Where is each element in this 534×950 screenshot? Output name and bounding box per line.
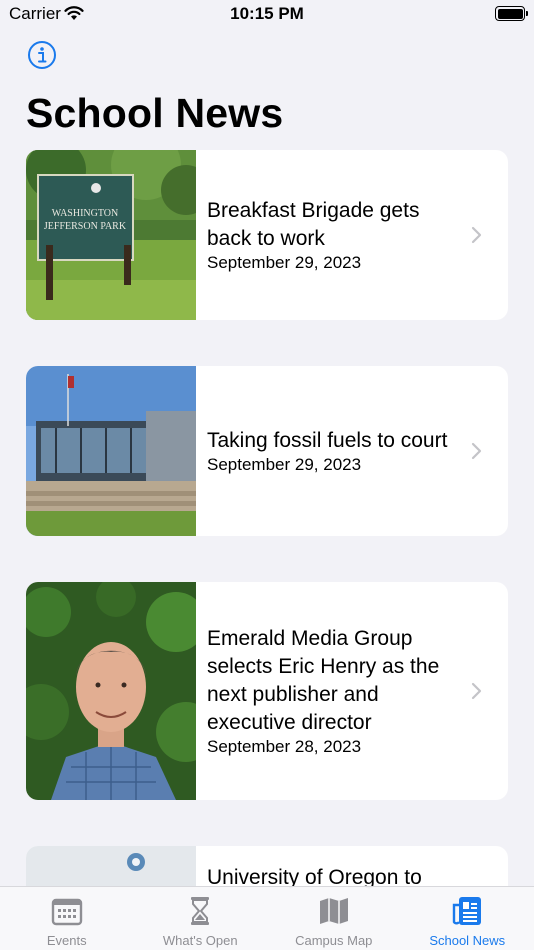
tab-label: Campus Map (295, 933, 373, 948)
news-title: Breakfast Brigade gets back to work (207, 199, 420, 250)
tab-label: What's Open (162, 933, 238, 948)
battery-icon (495, 6, 528, 21)
sign-text-2: JEFFERSON PARK (44, 221, 127, 232)
calendar-icon (51, 898, 82, 926)
news-date: September 28, 2023 (207, 737, 362, 756)
news-date: September 29, 2023 (207, 455, 362, 474)
sign-text-1: WASHINGTON (52, 208, 118, 219)
hourglass-icon (191, 897, 210, 925)
info-circle-icon[interactable] (27, 40, 57, 70)
news-thumbnail: WASHINGTON JEFFERSON PARK (26, 150, 196, 320)
chevron-right-icon (471, 226, 482, 244)
tab-label: School News (429, 933, 506, 948)
newspaper-icon (453, 897, 482, 925)
tab-whats-open[interactable]: What's Open (134, 887, 268, 950)
tab-bar: Events What's Open Campus Map School New… (0, 886, 534, 950)
tab-school-news[interactable]: School News (401, 887, 534, 950)
chevron-right-icon (471, 442, 482, 460)
news-card[interactable]: WASHINGTON JEFFERSON PARK Breakfast Brig… (26, 150, 508, 320)
news-thumbnail (26, 582, 196, 800)
news-thumbnail (26, 366, 196, 536)
status-bar: Carrier 10:15 PM (0, 0, 534, 30)
tab-label: Events (46, 933, 87, 948)
tab-campus-map[interactable]: Campus Map (267, 887, 401, 950)
news-title: Emerald Media Group selects Eric Henry a… (207, 627, 440, 734)
clock: 10:15 PM (230, 4, 304, 23)
page-title: School News (26, 90, 284, 136)
news-title: Taking fossil fuels to court (207, 429, 448, 452)
news-card[interactable]: Emerald Media Group selects Eric Henry a… (26, 582, 508, 800)
news-card[interactable]: Taking fossil fuels to court September 2… (26, 366, 508, 536)
tab-events[interactable]: Events (0, 887, 134, 950)
news-date: September 29, 2023 (207, 253, 362, 272)
chevron-right-icon (471, 682, 482, 700)
map-icon (319, 898, 348, 924)
